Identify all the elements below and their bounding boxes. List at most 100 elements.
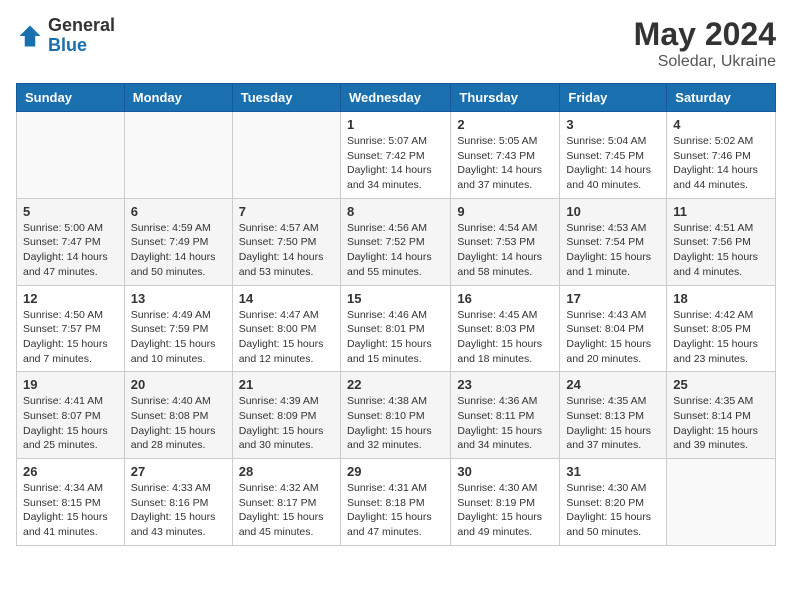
day-number: 13 bbox=[131, 291, 226, 306]
day-info: Sunrise: 4:34 AM Sunset: 8:15 PM Dayligh… bbox=[23, 481, 118, 540]
calendar-cell bbox=[124, 112, 232, 199]
calendar-cell: 23 Sunrise: 4:36 AM Sunset: 8:11 PM Dayli… bbox=[451, 372, 560, 459]
day-number: 6 bbox=[131, 204, 226, 219]
day-number: 29 bbox=[347, 464, 444, 479]
day-info: Sunrise: 4:45 AM Sunset: 8:03 PM Dayligh… bbox=[457, 308, 553, 367]
day-number: 12 bbox=[23, 291, 118, 306]
day-number: 10 bbox=[566, 204, 660, 219]
logo-general: General bbox=[48, 16, 115, 36]
day-info: Sunrise: 4:31 AM Sunset: 8:18 PM Dayligh… bbox=[347, 481, 444, 540]
calendar-cell: 27Sunrise: 4:33 AM Sunset: 8:16 PM Dayli… bbox=[124, 459, 232, 546]
header-wednesday: Wednesday bbox=[340, 84, 450, 112]
day-number: 24 bbox=[566, 377, 660, 392]
day-info: Sunrise: 4:36 AM Sunset: 8:11 PM Dayligh… bbox=[457, 394, 553, 453]
calendar-cell: 3 Sunrise: 5:04 AM Sunset: 7:45 PM Daylig… bbox=[560, 112, 667, 199]
calendar-week-5: 26Sunrise: 4:34 AM Sunset: 8:15 PM Dayli… bbox=[17, 459, 776, 546]
day-info: Sunrise: 5:07 AM Sunset: 7:42 PM Dayligh… bbox=[347, 134, 444, 193]
calendar-cell: 17 Sunrise: 4:43 AM Sunset: 8:04 PM Dayli… bbox=[560, 285, 667, 372]
calendar-week-2: 5 Sunrise: 5:00 AM Sunset: 7:47 PM Daylig… bbox=[17, 198, 776, 285]
day-number: 19 bbox=[23, 377, 118, 392]
page-header: General Blue May 2024 Soledar, Ukraine bbox=[16, 16, 776, 71]
calendar-cell: 8Sunrise: 4:56 AM Sunset: 7:52 PM Daylig… bbox=[340, 198, 450, 285]
day-info: Sunrise: 4:42 AM Sunset: 8:05 PM Dayligh… bbox=[673, 308, 769, 367]
day-info: Sunrise: 4:35 AM Sunset: 8:14 PM Dayligh… bbox=[673, 394, 769, 453]
day-info: Sunrise: 4:32 AM Sunset: 8:17 PM Dayligh… bbox=[239, 481, 334, 540]
day-number: 9 bbox=[457, 204, 553, 219]
day-number: 14 bbox=[239, 291, 334, 306]
day-info: Sunrise: 5:00 AM Sunset: 7:47 PM Dayligh… bbox=[23, 221, 118, 280]
logo-text: General Blue bbox=[48, 16, 115, 56]
day-info: Sunrise: 4:30 AM Sunset: 8:19 PM Dayligh… bbox=[457, 481, 553, 540]
day-number: 18 bbox=[673, 291, 769, 306]
calendar-cell: 26Sunrise: 4:34 AM Sunset: 8:15 PM Dayli… bbox=[17, 459, 125, 546]
day-number: 22 bbox=[347, 377, 444, 392]
calendar-header-row: Sunday Monday Tuesday Wednesday Thursday… bbox=[17, 84, 776, 112]
day-info: Sunrise: 5:05 AM Sunset: 7:43 PM Dayligh… bbox=[457, 134, 553, 193]
calendar-week-1: 1 Sunrise: 5:07 AM Sunset: 7:42 PM Daylig… bbox=[17, 112, 776, 199]
day-info: Sunrise: 4:38 AM Sunset: 8:10 PM Dayligh… bbox=[347, 394, 444, 453]
calendar-cell: 20 Sunrise: 4:40 AM Sunset: 8:08 PM Dayli… bbox=[124, 372, 232, 459]
calendar-cell: 12 Sunrise: 4:50 AM Sunset: 7:57 PM Dayli… bbox=[17, 285, 125, 372]
calendar-cell: 15 Sunrise: 4:46 AM Sunset: 8:01 PM Dayli… bbox=[340, 285, 450, 372]
day-number: 31 bbox=[566, 464, 660, 479]
day-number: 23 bbox=[457, 377, 553, 392]
calendar-cell: 13 Sunrise: 4:49 AM Sunset: 7:59 PM Dayli… bbox=[124, 285, 232, 372]
day-number: 4 bbox=[673, 117, 769, 132]
calendar-cell bbox=[667, 459, 776, 546]
calendar-cell: 28 Sunrise: 4:32 AM Sunset: 8:17 PM Dayli… bbox=[232, 459, 340, 546]
logo-blue: Blue bbox=[48, 36, 115, 56]
calendar-cell: 10 Sunrise: 4:53 AM Sunset: 7:54 PM Dayli… bbox=[560, 198, 667, 285]
day-info: Sunrise: 4:57 AM Sunset: 7:50 PM Dayligh… bbox=[239, 221, 334, 280]
calendar-cell: 14 Sunrise: 4:47 AM Sunset: 8:00 PM Dayli… bbox=[232, 285, 340, 372]
calendar-cell: 4Sunrise: 5:02 AM Sunset: 7:46 PM Daylig… bbox=[667, 112, 776, 199]
title-month: May 2024 bbox=[634, 16, 776, 53]
day-info: Sunrise: 4:40 AM Sunset: 8:08 PM Dayligh… bbox=[131, 394, 226, 453]
day-number: 17 bbox=[566, 291, 660, 306]
day-info: Sunrise: 4:33 AM Sunset: 8:16 PM Dayligh… bbox=[131, 481, 226, 540]
day-info: Sunrise: 4:49 AM Sunset: 7:59 PM Dayligh… bbox=[131, 308, 226, 367]
title-location: Soledar, Ukraine bbox=[634, 53, 776, 71]
day-number: 8 bbox=[347, 204, 444, 219]
day-info: Sunrise: 5:04 AM Sunset: 7:45 PM Dayligh… bbox=[566, 134, 660, 193]
day-number: 5 bbox=[23, 204, 118, 219]
header-saturday: Saturday bbox=[667, 84, 776, 112]
day-number: 3 bbox=[566, 117, 660, 132]
day-info: Sunrise: 4:53 AM Sunset: 7:54 PM Dayligh… bbox=[566, 221, 660, 280]
calendar-cell: 24Sunrise: 4:35 AM Sunset: 8:13 PM Dayli… bbox=[560, 372, 667, 459]
day-number: 7 bbox=[239, 204, 334, 219]
calendar-week-4: 19 Sunrise: 4:41 AM Sunset: 8:07 PM Dayli… bbox=[17, 372, 776, 459]
day-info: Sunrise: 4:41 AM Sunset: 8:07 PM Dayligh… bbox=[23, 394, 118, 453]
day-info: Sunrise: 4:43 AM Sunset: 8:04 PM Dayligh… bbox=[566, 308, 660, 367]
calendar-cell: 21 Sunrise: 4:39 AM Sunset: 8:09 PM Dayli… bbox=[232, 372, 340, 459]
day-number: 20 bbox=[131, 377, 226, 392]
day-info: Sunrise: 4:50 AM Sunset: 7:57 PM Dayligh… bbox=[23, 308, 118, 367]
day-number: 28 bbox=[239, 464, 334, 479]
calendar-cell bbox=[17, 112, 125, 199]
calendar-cell: 22 Sunrise: 4:38 AM Sunset: 8:10 PM Dayli… bbox=[340, 372, 450, 459]
header-thursday: Thursday bbox=[451, 84, 560, 112]
day-info: Sunrise: 4:54 AM Sunset: 7:53 PM Dayligh… bbox=[457, 221, 553, 280]
day-info: Sunrise: 4:51 AM Sunset: 7:56 PM Dayligh… bbox=[673, 221, 769, 280]
day-number: 15 bbox=[347, 291, 444, 306]
calendar-cell: 6Sunrise: 4:59 AM Sunset: 7:49 PM Daylig… bbox=[124, 198, 232, 285]
calendar-cell: 31Sunrise: 4:30 AM Sunset: 8:20 PM Dayli… bbox=[560, 459, 667, 546]
day-number: 1 bbox=[347, 117, 444, 132]
calendar-cell: 7 Sunrise: 4:57 AM Sunset: 7:50 PM Daylig… bbox=[232, 198, 340, 285]
day-info: Sunrise: 4:47 AM Sunset: 8:00 PM Dayligh… bbox=[239, 308, 334, 367]
day-info: Sunrise: 4:39 AM Sunset: 8:09 PM Dayligh… bbox=[239, 394, 334, 453]
calendar-cell: 5 Sunrise: 5:00 AM Sunset: 7:47 PM Daylig… bbox=[17, 198, 125, 285]
day-number: 25 bbox=[673, 377, 769, 392]
header-friday: Friday bbox=[560, 84, 667, 112]
logo: General Blue bbox=[16, 16, 115, 56]
calendar-cell: 19 Sunrise: 4:41 AM Sunset: 8:07 PM Dayli… bbox=[17, 372, 125, 459]
calendar-table: Sunday Monday Tuesday Wednesday Thursday… bbox=[16, 83, 776, 546]
calendar-cell: 29 Sunrise: 4:31 AM Sunset: 8:18 PM Dayli… bbox=[340, 459, 450, 546]
calendar-cell bbox=[232, 112, 340, 199]
day-number: 21 bbox=[239, 377, 334, 392]
header-monday: Monday bbox=[124, 84, 232, 112]
day-number: 16 bbox=[457, 291, 553, 306]
day-info: Sunrise: 4:46 AM Sunset: 8:01 PM Dayligh… bbox=[347, 308, 444, 367]
calendar-cell: 25 Sunrise: 4:35 AM Sunset: 8:14 PM Dayli… bbox=[667, 372, 776, 459]
calendar-cell: 30Sunrise: 4:30 AM Sunset: 8:19 PM Dayli… bbox=[451, 459, 560, 546]
header-sunday: Sunday bbox=[17, 84, 125, 112]
